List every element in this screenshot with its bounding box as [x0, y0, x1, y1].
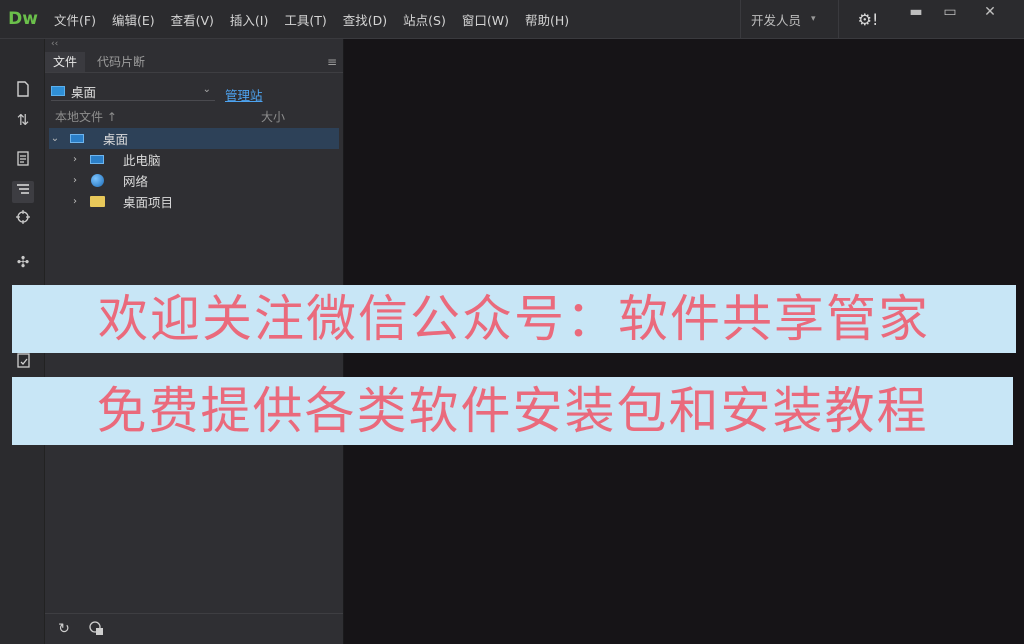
tab-snippets[interactable]: 代码片断	[89, 52, 153, 72]
chevron-down-icon: ⌄	[202, 84, 211, 95]
column-local-files[interactable]: 本地文件 ↑	[55, 108, 117, 125]
overlay-banner-line2: 免费提供各类软件安装包和安装教程	[12, 377, 1013, 445]
maximize-button[interactable]: ▭	[940, 4, 960, 20]
menu-tools[interactable]: 工具(T)	[276, 10, 334, 29]
desktop-icon	[69, 132, 85, 146]
files-panel-icon[interactable]	[12, 181, 34, 203]
snippets-icon[interactable]: ✣	[12, 251, 34, 273]
tree-item-label: 网络	[123, 174, 149, 189]
tree-item-desktop[interactable]: ⌄ 桌面	[49, 128, 339, 149]
column-size[interactable]: 大小	[261, 108, 285, 125]
new-document-icon[interactable]	[12, 81, 34, 103]
gear-icon[interactable]: ⚙!	[838, 0, 897, 38]
target-icon[interactable]	[12, 209, 34, 231]
chevron-down-icon[interactable]: ⌄	[49, 133, 61, 144]
refresh-icon[interactable]: ↻	[55, 620, 73, 638]
manage-sites-link[interactable]: 管理站	[225, 85, 263, 104]
panel-grip[interactable]: ‹‹	[51, 39, 58, 49]
dreamweaver-logo: Dw	[8, 9, 38, 29]
menu-help[interactable]: 帮助(H)	[517, 10, 577, 29]
menu-edit[interactable]: 编辑(E)	[104, 10, 163, 29]
folder-icon	[89, 195, 105, 209]
tree-item-label: 此电脑	[123, 153, 161, 168]
panel-footer: ↻	[45, 613, 343, 644]
close-button[interactable]: ✕	[980, 4, 1000, 20]
workspace-switcher[interactable]: 开发人员 ▾	[740, 0, 838, 38]
computer-icon	[89, 153, 105, 167]
chevron-down-icon: ▾	[811, 14, 816, 24]
menu-file[interactable]: 文件(F)	[46, 10, 104, 29]
tree-item-network[interactable]: › 网络	[69, 170, 359, 191]
menu-view[interactable]: 查看(V)	[163, 10, 222, 29]
tab-files[interactable]: 文件	[45, 52, 86, 72]
site-select[interactable]: 桌面 ⌄	[51, 82, 215, 101]
minimize-button[interactable]: ▬	[906, 4, 926, 20]
menu-insert[interactable]: 插入(I)	[222, 10, 276, 29]
panel-tabs: 文件 代码片断 ≡	[45, 52, 343, 73]
menu-find[interactable]: 查找(D)	[335, 10, 395, 29]
title-bar: Dw 文件(F) 编辑(E) 查看(V) 插入(I) 工具(T) 查找(D) 站…	[0, 0, 1024, 39]
tree-item-label: 桌面	[103, 132, 129, 147]
transfer-icon[interactable]: ⇅	[12, 109, 34, 131]
validation-icon[interactable]	[12, 353, 34, 375]
chevron-right-icon[interactable]: ›	[69, 154, 81, 165]
network-icon	[89, 174, 105, 188]
desktop-icon	[51, 86, 65, 96]
overlay-banner-line1: 欢迎关注微信公众号：软件共享管家	[12, 285, 1016, 353]
connect-icon[interactable]	[87, 620, 105, 638]
site-select-value: 桌面	[71, 84, 97, 100]
panel-menu-icon[interactable]: ≡	[327, 55, 337, 69]
tree-item-this-pc[interactable]: › 此电脑	[69, 149, 359, 170]
chevron-right-icon[interactable]: ›	[69, 196, 81, 207]
menu-site[interactable]: 站点(S)	[395, 10, 454, 29]
properties-icon[interactable]	[12, 151, 34, 173]
tree-item-desktop-projects[interactable]: › 桌面项目	[69, 191, 359, 212]
menu-bar: 文件(F) 编辑(E) 查看(V) 插入(I) 工具(T) 查找(D) 站点(S…	[46, 0, 577, 38]
chevron-right-icon[interactable]: ›	[69, 175, 81, 186]
tree-item-label: 桌面项目	[123, 195, 174, 210]
workspace-label: 开发人员	[751, 12, 802, 28]
menu-window[interactable]: 窗口(W)	[454, 10, 517, 29]
